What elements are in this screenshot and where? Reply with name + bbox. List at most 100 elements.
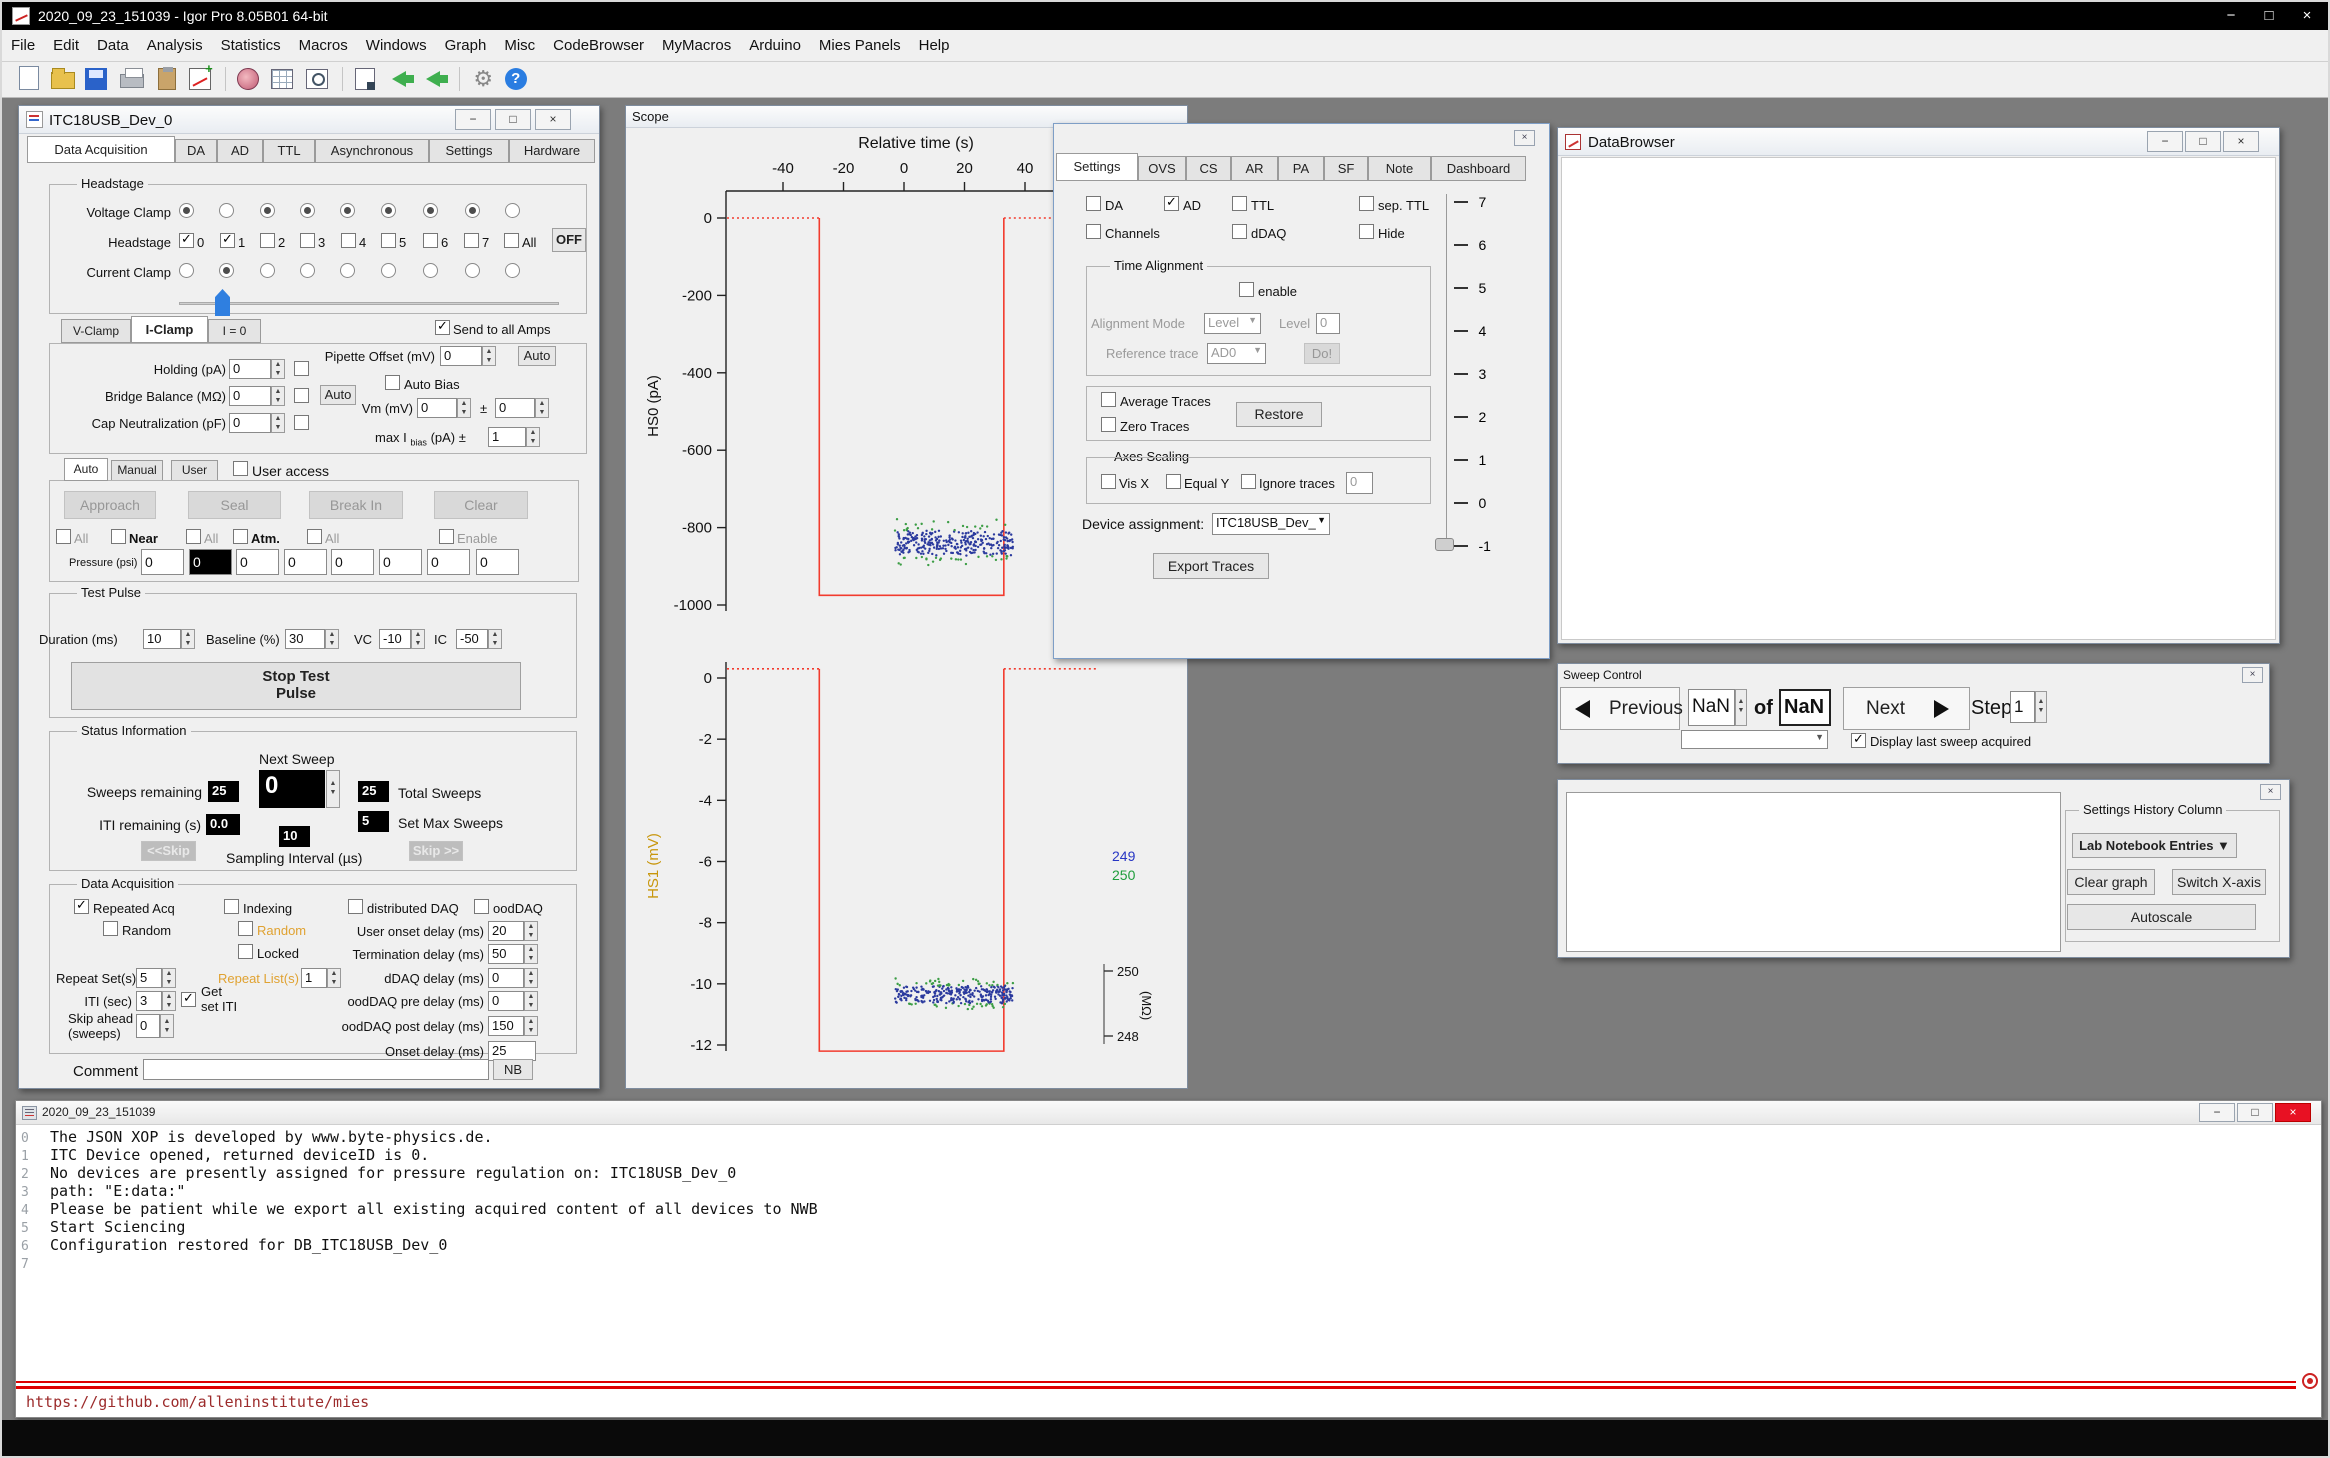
duration-field[interactable]: 10 <box>143 629 181 649</box>
vc-radio[interactable] <box>505 203 520 218</box>
menu-item[interactable]: Arduino <box>740 30 810 54</box>
ic-spinner[interactable]: ▲▼ <box>488 629 502 649</box>
tab-sb-cs[interactable]: CS <box>1186 156 1231 181</box>
ic-radio[interactable] <box>179 263 194 278</box>
menu-item[interactable]: MyMacros <box>653 30 740 54</box>
termination-delay-spinner[interactable]: ▲▼ <box>524 944 538 964</box>
headstage-checkbox[interactable] <box>220 233 235 248</box>
menu-item[interactable]: CodeBrowser <box>544 30 653 54</box>
vc-radio[interactable] <box>219 203 234 218</box>
new-layout-icon[interactable] <box>353 66 379 92</box>
sb-da-checkbox[interactable] <box>1086 196 1101 211</box>
ddaq-delay-field[interactable]: 0 <box>488 968 524 988</box>
sweep-dropdown[interactable]: ▼ <box>1681 730 1828 749</box>
device-maximize-button[interactable]: □ <box>495 109 531 130</box>
nb-button[interactable]: NB <box>493 1059 533 1080</box>
new-table-icon[interactable] <box>271 66 297 92</box>
vc-radio[interactable] <box>423 203 438 218</box>
tab-pressure-user[interactable]: User <box>171 460 218 481</box>
sb-hide-checkbox[interactable] <box>1359 224 1374 239</box>
get-set-iti-checkbox[interactable] <box>181 992 196 1007</box>
tab-settings[interactable]: Settings <box>429 139 509 163</box>
repeat-list-field[interactable]: 1 <box>301 968 327 988</box>
enable-checkbox[interactable] <box>439 529 454 544</box>
skip-ahead-spinner[interactable]: ▲▼ <box>160 1014 174 1038</box>
databrowser-minimize-button[interactable]: − <box>2147 131 2183 152</box>
headstage-checkbox[interactable] <box>381 233 396 248</box>
menu-item[interactable]: Misc <box>495 30 544 54</box>
command-line-input[interactable]: https://github.com/alleninstitute/mies <box>26 1393 369 1411</box>
tab-sb-note[interactable]: Note <box>1368 156 1431 181</box>
pipette-offset-spinner[interactable]: ▲▼ <box>482 346 496 366</box>
distributed-daq-checkbox[interactable] <box>348 899 363 914</box>
ic-radio[interactable] <box>465 263 480 278</box>
pressure-field[interactable]: 0 <box>284 549 327 575</box>
average-traces-checkbox[interactable] <box>1101 392 1116 407</box>
sb-ttl-checkbox[interactable] <box>1232 196 1247 211</box>
ignore-traces-field[interactable]: 0 <box>1346 472 1373 494</box>
cap-neutralization-field[interactable]: 0 <box>229 413 271 433</box>
menu-item[interactable]: Statistics <box>212 30 290 54</box>
vc-radio[interactable] <box>381 203 396 218</box>
menu-item[interactable]: Analysis <box>138 30 212 54</box>
bridge-balance-checkbox[interactable] <box>294 388 309 403</box>
ooddaq-post-delay-field[interactable]: 150 <box>488 1016 524 1036</box>
near-checkbox[interactable] <box>111 529 126 544</box>
command-minimize-button[interactable]: − <box>2199 1103 2235 1122</box>
sweep-control-close-button[interactable]: × <box>2242 667 2263 683</box>
device-close-button[interactable]: × <box>535 109 571 130</box>
pressure-field[interactable]: 0 <box>427 549 470 575</box>
headstage-slider-track[interactable] <box>179 302 559 305</box>
history-graph-area[interactable] <box>1566 792 2061 952</box>
tab-sb-ovs[interactable]: OVS <box>1138 156 1186 181</box>
auto-bias-checkbox[interactable] <box>385 375 400 390</box>
headstage-checkbox-all[interactable] <box>504 233 519 248</box>
locked-checkbox[interactable] <box>238 944 253 959</box>
repeated-acq-checkbox[interactable] <box>74 899 89 914</box>
device-assignment-dropdown[interactable]: ITC18USB_Dev_▼ <box>1212 513 1330 535</box>
display-last-sweep-checkbox[interactable] <box>1851 733 1866 748</box>
lab-notebook-entries-button[interactable]: Lab Notebook Entries ▼ <box>2072 833 2237 858</box>
alignment-mode-dropdown[interactable]: Level▼ <box>1204 313 1261 334</box>
menu-item[interactable]: Help <box>910 30 959 54</box>
holding-spinner[interactable]: ▲▼ <box>271 359 285 379</box>
cap-neutralization-checkbox[interactable] <box>294 415 309 430</box>
restore-button[interactable]: Restore <box>1236 402 1322 427</box>
repeat-set-field[interactable]: 5 <box>136 968 162 988</box>
iti-sec-field[interactable]: 3 <box>136 991 162 1011</box>
vis-x-checkbox[interactable] <box>1101 474 1116 489</box>
previous-sweep-button[interactable]: Previous <box>1560 687 1680 730</box>
ic-radio[interactable] <box>260 263 275 278</box>
duration-spinner[interactable]: ▲▼ <box>181 629 195 649</box>
atm-checkbox[interactable] <box>233 529 248 544</box>
current-sweep-spinner[interactable]: ▲▼ <box>1735 689 1747 726</box>
tab-vclamp[interactable]: V-Clamp <box>61 319 131 343</box>
zero-traces-checkbox[interactable] <box>1101 417 1116 432</box>
baseline-field[interactable]: 30 <box>285 629 325 649</box>
channel-scale-thumb[interactable] <box>1435 538 1454 551</box>
pressure-field[interactable]: 0 <box>379 549 422 575</box>
ic-radio[interactable] <box>219 263 234 278</box>
headstage-checkbox[interactable] <box>300 233 315 248</box>
seal-all-checkbox[interactable] <box>186 529 201 544</box>
tab-hardware[interactable]: Hardware <box>509 139 595 163</box>
sb-ad-checkbox[interactable] <box>1164 196 1179 211</box>
headstage-checkbox[interactable] <box>260 233 275 248</box>
reference-trace-dropdown[interactable]: AD0▼ <box>1207 343 1266 364</box>
clear-graph-button[interactable]: Clear graph <box>2067 869 2155 895</box>
ic-radio[interactable] <box>300 263 315 278</box>
vc-radio[interactable] <box>300 203 315 218</box>
menu-item[interactable]: Macros <box>290 30 357 54</box>
command-bullseye-icon[interactable] <box>2302 1373 2318 1389</box>
current-sweep-field[interactable]: NaN <box>1688 689 1735 726</box>
data-browser-icon[interactable] <box>237 66 263 92</box>
print-icon[interactable] <box>120 66 146 92</box>
vc-field[interactable]: -10 <box>379 629 411 649</box>
headstage-checkbox[interactable] <box>341 233 356 248</box>
databrowser-maximize-button[interactable]: □ <box>2185 131 2221 152</box>
vc-radio[interactable] <box>260 203 275 218</box>
device-minimize-button[interactable]: − <box>455 109 491 130</box>
tab-iclamp[interactable]: I-Clamp <box>131 316 208 343</box>
ooddaq-pre-delay-spinner[interactable]: ▲▼ <box>524 991 538 1011</box>
vc-spinner[interactable]: ▲▼ <box>411 629 425 649</box>
